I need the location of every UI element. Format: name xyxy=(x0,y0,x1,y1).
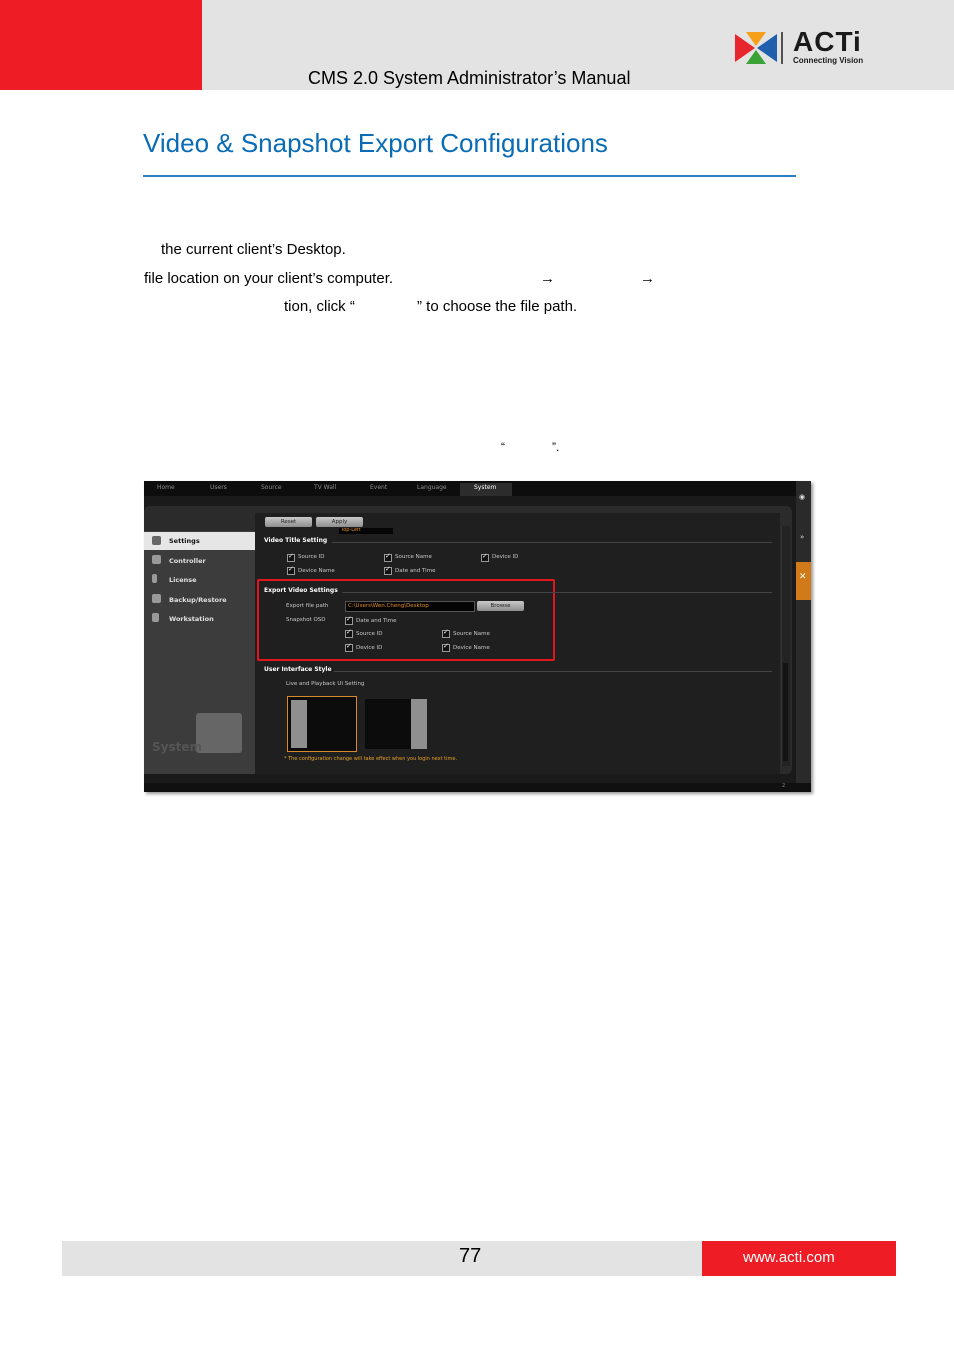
manual-title: CMS 2.0 System Administrator’s Manual xyxy=(308,68,631,88)
checkbox-device-id[interactable] xyxy=(481,552,489,562)
label-osd-source-id: Source ID xyxy=(356,631,383,637)
tab-language[interactable]: Language xyxy=(417,484,447,491)
label-osd-source-name: Source Name xyxy=(453,631,490,637)
gear-icon xyxy=(152,536,161,545)
quote-close: ”. xyxy=(552,440,560,454)
key-icon xyxy=(152,574,157,583)
export-path-label: Export file path xyxy=(286,603,329,609)
divider xyxy=(332,542,772,543)
website-link[interactable]: www.acti.com xyxy=(743,1249,835,1266)
sidebar-item-license[interactable]: License xyxy=(169,576,197,584)
checkbox-osd-source-id[interactable] xyxy=(345,628,353,638)
tab-tv-wall[interactable]: TV Wall xyxy=(314,484,336,491)
header-red-block xyxy=(0,0,202,90)
checkbox-source-name[interactable] xyxy=(384,552,392,562)
checkbox-osd-date-time[interactable] xyxy=(345,615,353,625)
ui-preview-left-bar xyxy=(291,700,307,748)
page-number: 77 xyxy=(459,1245,482,1267)
label-osd-date-time: Date and Time xyxy=(356,618,397,624)
browse-button[interactable]: Browse xyxy=(477,601,524,611)
section-divider xyxy=(143,175,796,177)
logo-tagline: Connecting Vision xyxy=(793,56,864,65)
sidebar-caption: System xyxy=(152,740,202,754)
sidebar-item-workstation[interactable]: Workstation xyxy=(169,615,214,623)
tools-icon: ✕ xyxy=(799,572,807,582)
apply-button[interactable]: Apply xyxy=(316,517,363,527)
label-source-name: Source Name xyxy=(395,554,432,560)
right-toolbar xyxy=(796,481,811,792)
checkbox-osd-device-name[interactable] xyxy=(442,642,450,652)
snapshot-osd-label: Snapshot OSD xyxy=(286,617,326,623)
sidebar-item-backup-restore[interactable]: Backup/Restore xyxy=(169,596,227,604)
chevron-right-icon[interactable]: » xyxy=(800,533,804,541)
label-osd-device-id: Device ID xyxy=(356,645,383,651)
eye-icon[interactable]: ◉ xyxy=(799,493,805,501)
reset-button[interactable]: Reset xyxy=(265,517,312,527)
body-line-3b: ” to choose the file path. xyxy=(417,298,578,315)
label-date-time: Date and Time xyxy=(395,568,436,574)
tab-home[interactable]: Home xyxy=(157,484,175,491)
sidebar-item-controller[interactable]: Controller xyxy=(169,557,206,565)
status-count: 2 xyxy=(782,783,786,789)
config-note: * The configuration change will take eff… xyxy=(284,756,458,762)
arrow-1: → xyxy=(540,270,555,287)
folder-icon xyxy=(152,594,161,603)
position-select[interactable]: Top-Left xyxy=(339,528,393,534)
body-line-1: the current client’s Desktop. xyxy=(161,241,346,258)
checkbox-osd-source-name[interactable] xyxy=(442,628,450,638)
acti-logo-icon xyxy=(735,32,783,64)
export-video-heading: Export Video Settings xyxy=(264,587,338,594)
monitor-icon xyxy=(196,713,242,753)
workstation-icon xyxy=(152,613,159,622)
ui-style-option-1[interactable] xyxy=(287,696,357,752)
footer-bar xyxy=(62,1241,702,1276)
divider xyxy=(334,671,772,672)
label-device-name: Device Name xyxy=(298,568,335,574)
checkbox-device-name[interactable] xyxy=(287,565,295,575)
divider xyxy=(342,592,772,593)
tab-users[interactable]: Users xyxy=(210,484,227,491)
body-line-2: file location on your client’s computer. xyxy=(144,270,394,287)
status-bar xyxy=(144,783,811,792)
checkbox-date-time[interactable] xyxy=(384,565,392,575)
checkbox-source-id[interactable] xyxy=(287,552,295,562)
tab-system[interactable]: System xyxy=(474,484,496,491)
ui-style-sub: Live and Playback UI Setting xyxy=(286,681,365,687)
quote-open: “ xyxy=(501,440,505,454)
tab-source[interactable]: Source xyxy=(261,484,282,491)
scrollbar-thumb[interactable] xyxy=(783,663,788,761)
label-device-id: Device ID xyxy=(492,554,519,560)
sidebar-item-settings[interactable]: Settings xyxy=(169,537,200,545)
section-title: Video & Snapshot Export Configurations xyxy=(143,128,608,158)
export-path-input[interactable]: C:\Users\Wen.Cheng\Desktop xyxy=(345,601,475,612)
video-title-heading: Video Title Setting xyxy=(264,537,328,544)
ui-preview-right-bar xyxy=(411,699,427,749)
sidebar-selected xyxy=(144,532,262,550)
cms-screenshot: Home Users Source TV Wall Event Language… xyxy=(144,481,811,792)
body-line-3a: tion, click “ xyxy=(284,298,355,315)
logo-wordmark: ACTi xyxy=(793,26,862,57)
tab-event[interactable]: Event xyxy=(370,484,387,491)
arrow-2: → xyxy=(640,270,655,287)
checkbox-osd-device-id[interactable] xyxy=(345,642,353,652)
ui-style-option-2[interactable] xyxy=(365,699,427,749)
label-osd-device-name: Device Name xyxy=(453,645,490,651)
ui-style-heading: User Interface Style xyxy=(264,666,332,673)
controller-icon xyxy=(152,555,161,564)
label-source-id: Source ID xyxy=(298,554,325,560)
